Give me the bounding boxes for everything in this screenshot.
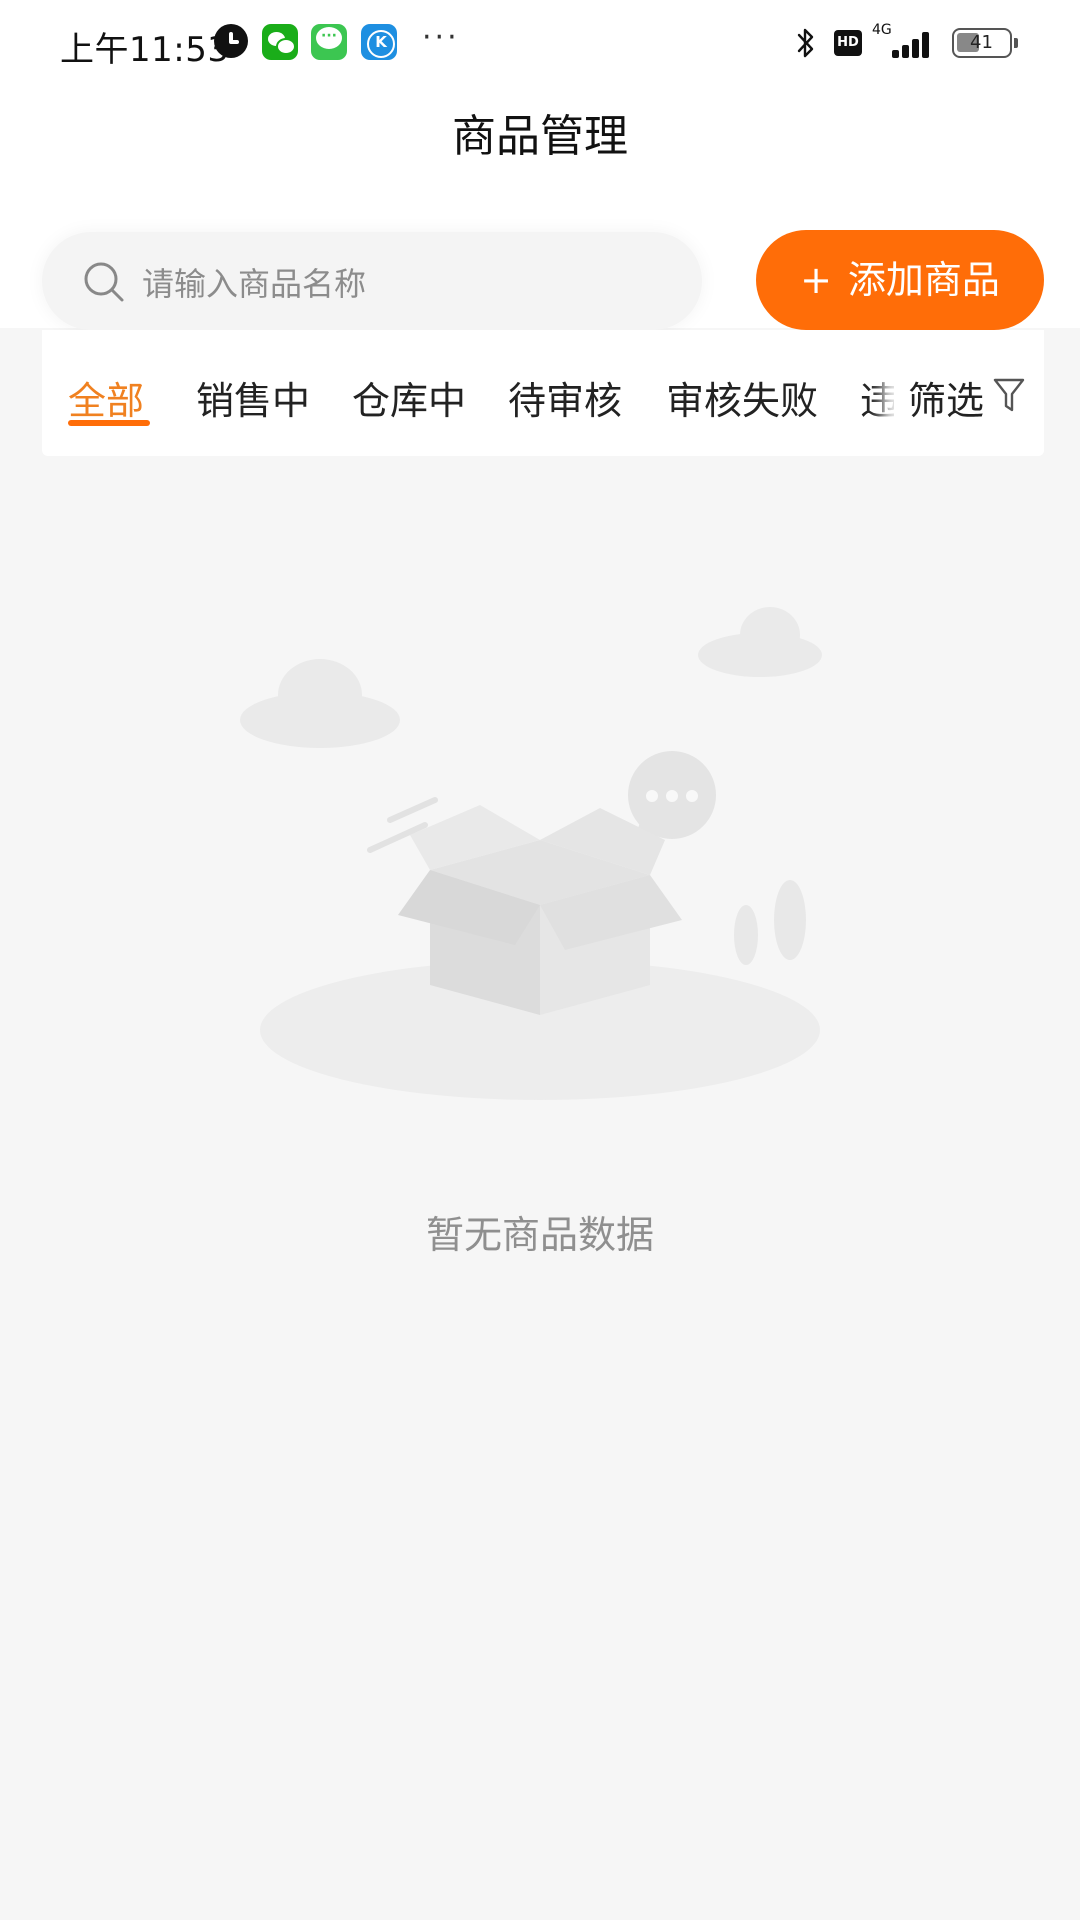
k-app-icon [361,24,397,60]
empty-state-message: 暂无商品数据 [425,1213,654,1257]
tab-in-warehouse[interactable]: 仓库中 [352,370,466,425]
add-product-button[interactable]: + 添加商品 [756,230,1044,330]
search-placeholder: 请输入商品名称 [142,265,367,303]
empty-box-illustration [240,607,822,1100]
filter-icon [993,378,1025,412]
search-icon [84,262,124,302]
status-bar: 上午11:53 ··· HD 4G 41 [0,0,1080,86]
active-tab-indicator [68,420,150,426]
product-management-screen: 上午11:53 ··· HD 4G 41 商品管理 请输入商品名称 + 添加商品 [0,0,1080,1920]
signal-icon [884,26,934,58]
plus-icon: + [800,258,832,302]
message-icon [311,24,347,60]
filter-button[interactable]: 筛选 [894,330,1044,456]
tab-review-failed[interactable]: 审核失败 [666,370,818,425]
tab-on-sale[interactable]: 销售中 [196,370,310,425]
tab-pending-review[interactable]: 待审核 [508,370,622,425]
add-product-label: 添加商品 [847,258,1000,302]
battery-icon: 41 [952,28,1018,58]
hd-icon: HD [834,30,862,56]
status-tabs: 全部 销售中 仓库中 待审核 审核失败 违 筛选 [42,330,1044,456]
bluetooth-icon [797,28,814,58]
search-input[interactable]: 请输入商品名称 [42,232,702,330]
more-notifications-icon: ··· [422,20,460,55]
wechat-icon [262,24,298,60]
tab-violation[interactable]: 违 [860,370,898,425]
battery-level: 41 [970,32,993,53]
status-time: 上午11:53 [60,30,230,70]
tab-all[interactable]: 全部 [68,370,144,425]
alarm-icon [214,24,248,58]
filter-label: 筛选 [908,379,985,423]
page-title: 商品管理 [452,111,628,162]
